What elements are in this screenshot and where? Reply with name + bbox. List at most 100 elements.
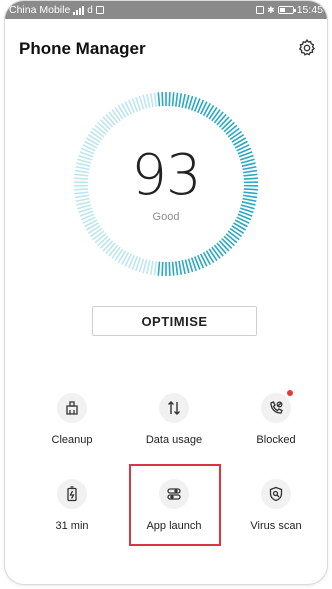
virus-scan-icon: [269, 486, 283, 502]
gauge-tick: [227, 230, 240, 241]
cleanup-icon-bg: [57, 393, 87, 423]
gauge-tick: [225, 233, 238, 244]
gauge-tick: [153, 92, 158, 107]
gauge-tick: [161, 92, 164, 107]
battery-status-icon: [277, 6, 296, 14]
tool-label: Blocked: [256, 434, 296, 446]
notification-badge: [287, 390, 293, 396]
bluetooth-icon: ✱: [267, 4, 275, 15]
gauge-tick: [157, 92, 161, 107]
gear-icon[interactable]: [297, 38, 317, 58]
gauge-tick: [184, 259, 190, 274]
tool-label: App launch: [146, 520, 202, 532]
gauge-tick: [168, 261, 171, 276]
gauge-tick: [105, 113, 116, 126]
tool-data-usage[interactable]: Data usage: [129, 393, 219, 463]
gauge-tick: [208, 106, 218, 120]
gauge-tick: [99, 237, 111, 249]
gauge-tick: [102, 116, 114, 128]
gauge-tick: [178, 260, 183, 275]
gauge-tick: [157, 261, 161, 276]
gauge-tick: [146, 260, 151, 275]
virus-scan-icon-bg: [261, 479, 291, 509]
tool-cleanup[interactable]: Cleanup: [27, 393, 117, 463]
gauge-tick: [174, 261, 179, 276]
gauge-tick: [102, 240, 114, 252]
gauge-tick: [223, 121, 235, 133]
tool-app-launch[interactable]: App launch: [129, 479, 219, 549]
gauge-tick: [229, 130, 243, 141]
gauge-tick: [161, 261, 164, 276]
gauge-tick: [211, 109, 221, 122]
tool-virus-scan[interactable]: Virus scan: [231, 479, 321, 549]
gauge-tick: [146, 93, 151, 108]
gauge-tick: [181, 260, 186, 275]
gauge-tick: [208, 248, 218, 262]
gauge-tick: [218, 116, 230, 128]
data-arrows-icon: [168, 401, 180, 415]
gauge-tick: [114, 248, 124, 262]
gauge-tick: [94, 233, 107, 244]
notification-icon: d: [87, 4, 93, 16]
battery-icon-bg: [57, 479, 87, 509]
status-bar: China Mobile d ✱ 15:45: [5, 1, 327, 19]
notification-app-icon: [95, 6, 104, 14]
gauge-tick: [111, 109, 121, 122]
gauge-tick: [211, 246, 221, 259]
gauge-tick: [171, 92, 175, 107]
tool-label: Cleanup: [51, 434, 93, 446]
gauge-tick: [181, 93, 186, 108]
tool-battery[interactable]: 31 min: [27, 479, 117, 549]
tool-blocked[interactable]: Blocked: [231, 390, 321, 463]
gauge-tick: [218, 240, 230, 252]
signal-icon: [73, 5, 85, 15]
gauge-tick: [171, 261, 175, 276]
gauge-tick: [97, 235, 109, 247]
optimise-button[interactable]: OPTIMISE: [92, 306, 257, 336]
tool-label: Data usage: [145, 434, 203, 446]
app-launch-icon: [167, 488, 181, 500]
gauge-tick: [223, 235, 235, 247]
gauge-tick: [149, 93, 154, 108]
blocked-icon-bg: [261, 390, 293, 423]
gauge-tick: [213, 244, 224, 257]
blocked-call-icon: [270, 401, 283, 414]
gauge-tick: [99, 119, 111, 131]
gauge-tick: [229, 227, 243, 238]
hd-icon: [256, 6, 265, 14]
gauge-tick: [168, 92, 171, 107]
carrier-name: China Mobile: [9, 4, 71, 16]
app-launch-icon-bg: [159, 479, 189, 509]
gauge-tick: [213, 111, 224, 124]
phone-screen: China Mobile d ✱ 15:45 Phone Manager 93 …: [4, 0, 328, 585]
gauge-tick: [221, 119, 233, 131]
gauge-tick: [174, 92, 179, 107]
broom-icon: [66, 401, 78, 415]
gauge-tick: [89, 227, 103, 238]
gauge-tick: [111, 246, 121, 259]
page-title: Phone Manager: [19, 39, 146, 58]
battery-icon: [67, 486, 77, 502]
gauge-tick: [97, 121, 109, 133]
gauge-tick: [216, 242, 227, 255]
gauge-tick: [89, 130, 103, 141]
gauge-tick: [184, 94, 190, 109]
clock: 15:45: [296, 4, 323, 16]
gauge-tick: [108, 111, 119, 124]
gauge-tick: [153, 261, 158, 276]
gauge-tick: [149, 260, 154, 275]
gauge-tick: [225, 124, 238, 135]
gauge-tick: [227, 127, 240, 138]
score-label: Good: [152, 211, 180, 223]
tool-label: Virus scan: [250, 520, 302, 532]
gauge-tick: [142, 259, 148, 274]
gauge-tick: [142, 94, 148, 109]
gauge-tick: [94, 124, 107, 135]
gauge-tick: [114, 106, 124, 120]
gauge-tick: [178, 93, 183, 108]
gauge-tick: [108, 244, 119, 257]
gauge-tick: [92, 127, 105, 138]
gauge-tick: [92, 230, 105, 241]
score-value: 93: [131, 143, 201, 208]
gauge-tick: [216, 113, 227, 126]
